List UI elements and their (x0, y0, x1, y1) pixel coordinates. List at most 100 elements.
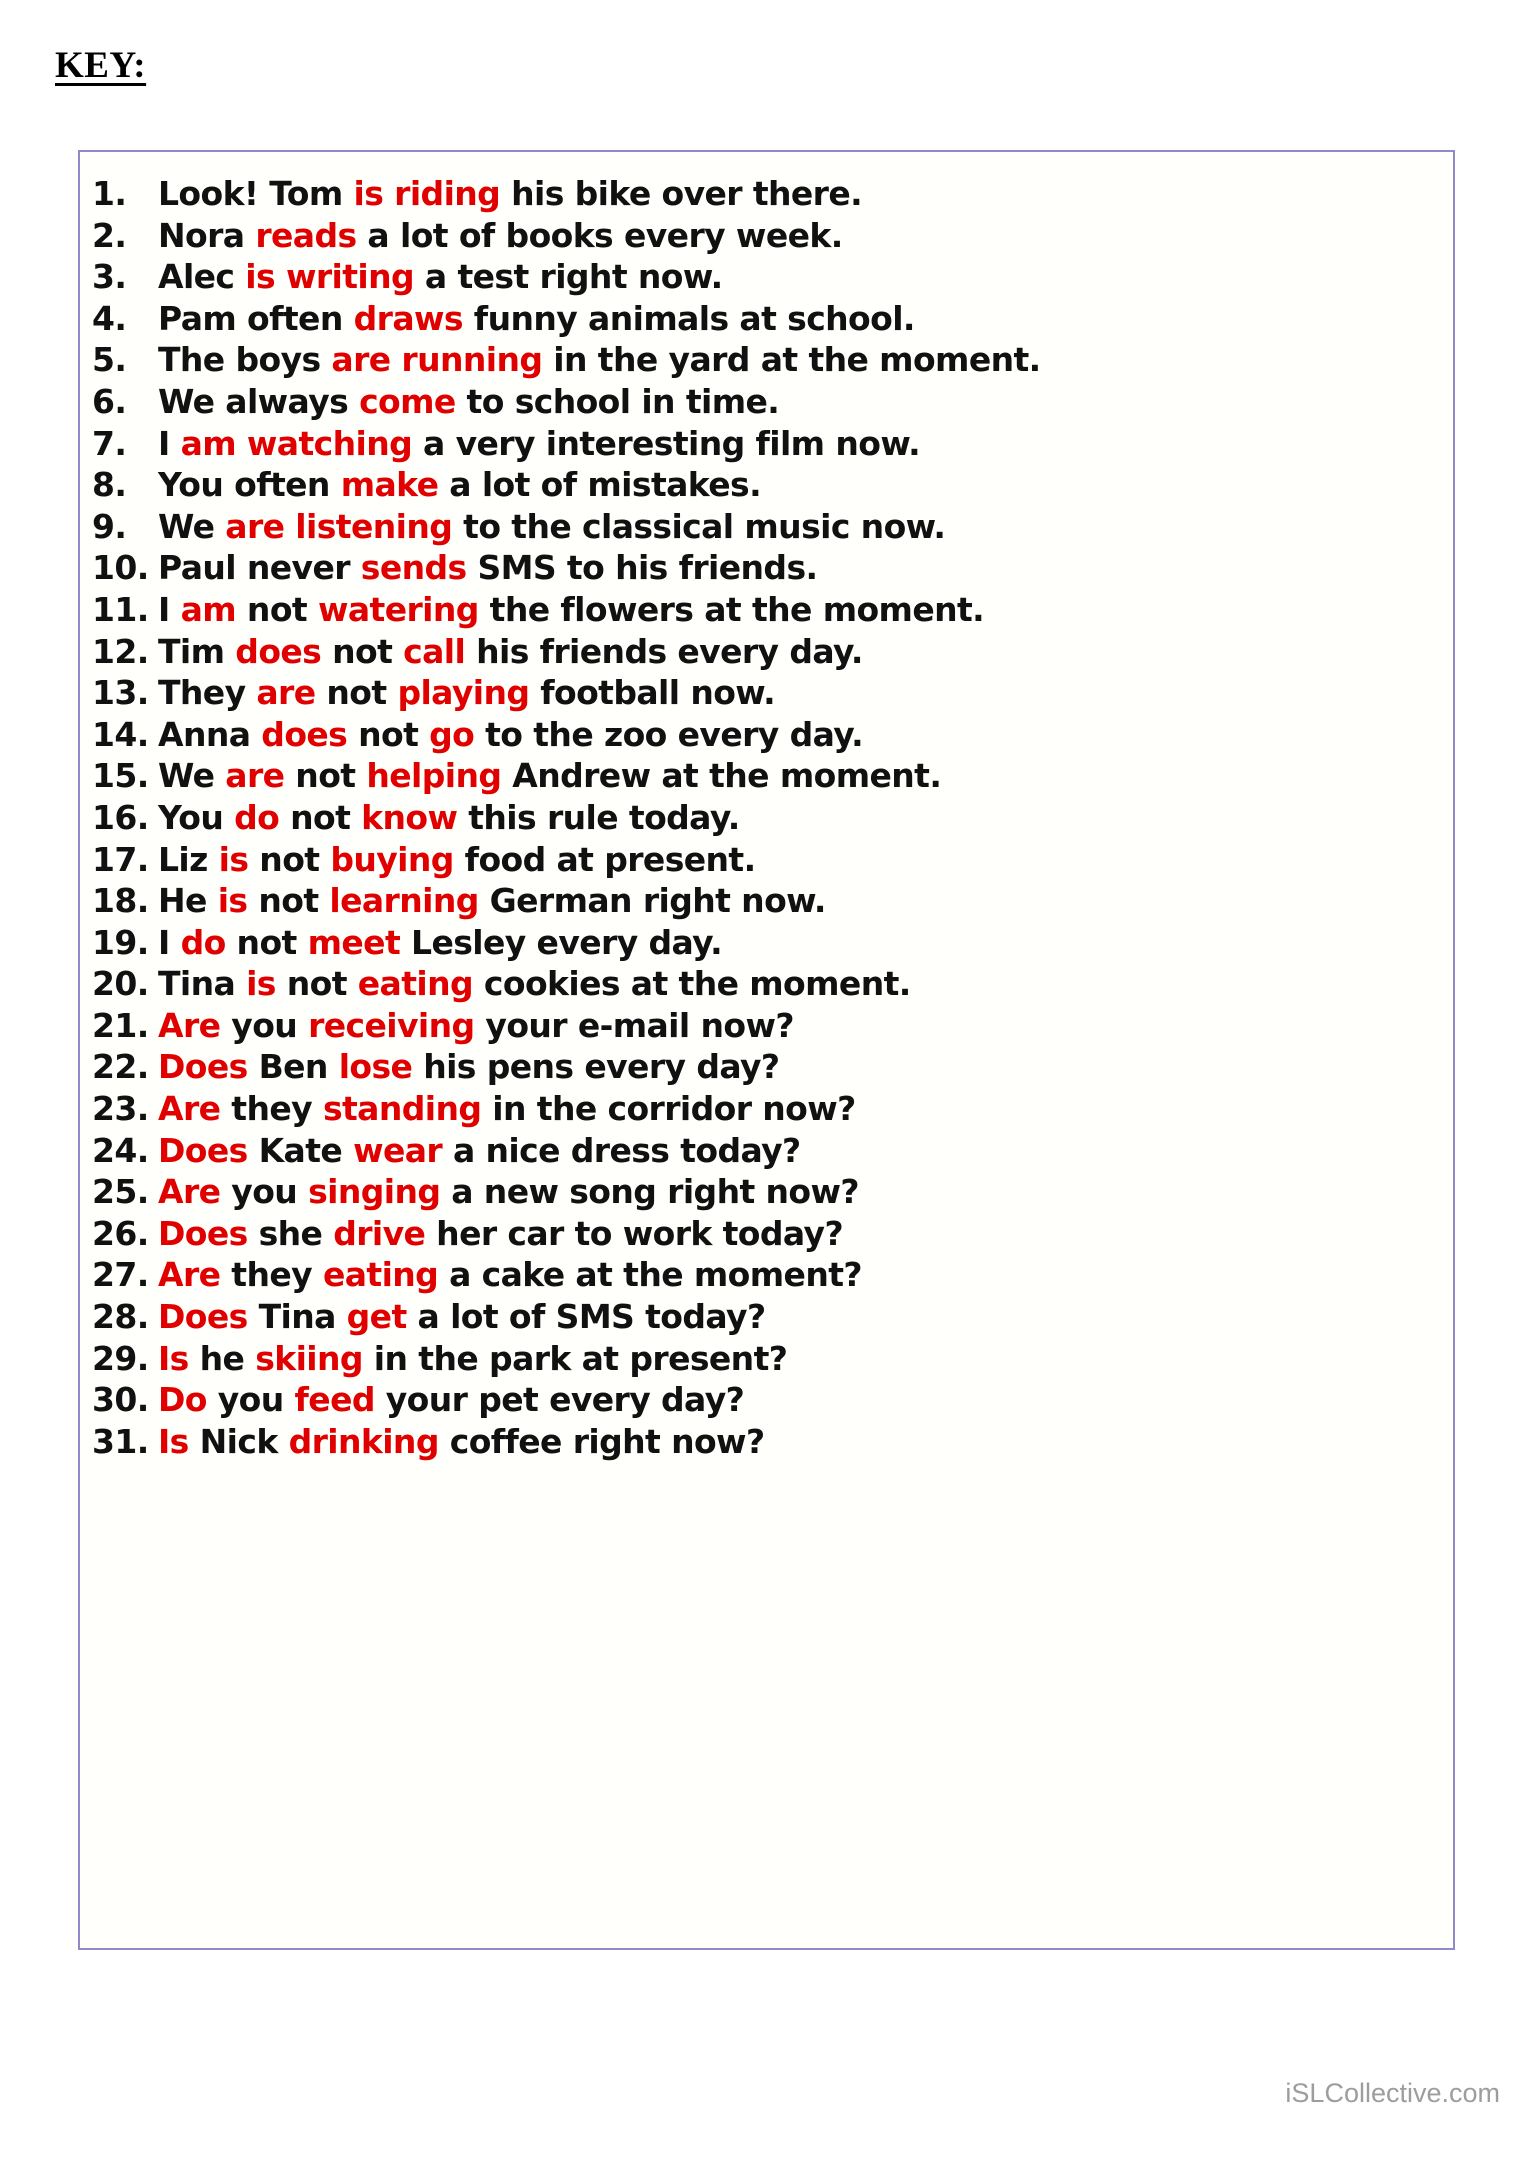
sentence-text: Tina (247, 1297, 347, 1337)
sentence-text: a cake at the moment? (438, 1255, 862, 1295)
sentence-text: I (158, 589, 181, 629)
highlighted-answer-word: does (261, 714, 348, 754)
sentence-text: not (284, 756, 367, 796)
answer-item: 6. We always come to school in time. (80, 382, 1453, 424)
sentence-text: funny animals at school. (462, 298, 916, 338)
sentence-text: Tina (158, 964, 247, 1004)
answer-item-number: 28. (92, 1297, 149, 1337)
highlighted-answer-word: drive (333, 1213, 426, 1253)
highlighted-answer-word: are listening (225, 506, 453, 546)
sentence-text: you (206, 1380, 295, 1420)
answer-item: 5. The boys are running in the yard at th… (80, 340, 1453, 382)
sentence-text: a nice dress today? (442, 1130, 801, 1170)
sentence-text: she (247, 1213, 334, 1253)
sentence-text: this rule today. (457, 797, 740, 837)
answer-item-text: Does Ben lose his pens every day? (158, 1047, 780, 1087)
highlighted-answer-word: Do (158, 1380, 207, 1420)
highlighted-answer-word: receiving (308, 1005, 475, 1045)
answer-item: 25. Are you singing a new song right now? (80, 1172, 1453, 1214)
sentence-text: not (236, 589, 318, 629)
sentence-text: Liz (158, 839, 219, 879)
sentence-text: you (220, 1172, 309, 1212)
sentence-text: SMS to his friends. (466, 548, 818, 588)
answer-item-text: Does she drive her car to work today? (158, 1213, 844, 1253)
highlighted-answer-word: Is (158, 1338, 189, 1378)
highlighted-answer-word: come (359, 381, 456, 421)
highlighted-answer-word: Are (158, 1172, 221, 1212)
answer-item-number: 29. (92, 1338, 149, 1378)
highlighted-answer-word: go (429, 714, 475, 754)
answer-item-number: 12. (92, 631, 149, 671)
highlighted-answer-word: make (340, 465, 439, 505)
answer-item-number: 4. (92, 298, 127, 338)
sentence-text: he (188, 1338, 256, 1378)
highlighted-answer-word: feed (294, 1380, 376, 1420)
answer-item-text: You often make a lot of mistakes. (158, 465, 762, 505)
answer-item: 27. Are they eating a cake at the moment? (80, 1255, 1453, 1297)
highlighted-answer-word: helping (366, 756, 502, 796)
answer-item: 23. Are they standing in the corridor now… (80, 1089, 1453, 1131)
answer-item: 8. You often make a lot of mistakes. (80, 465, 1453, 507)
answer-item-text: They are not playing football now. (158, 673, 776, 712)
highlighted-answer-word: do (180, 922, 227, 962)
answer-item-text: Alec is writing a test right now. (158, 257, 723, 296)
answer-item-number: 25. (92, 1172, 149, 1212)
highlighted-answer-word: eating (322, 1255, 439, 1295)
answer-key-list: 1. Look! Tom is riding his bike over ther… (80, 152, 1453, 1463)
answer-item-number: 19. (92, 922, 149, 962)
answer-item-text: He is not learning German right now. (158, 881, 826, 920)
highlighted-answer-word: does (235, 631, 322, 671)
site-watermark: iSLCollective.com (1285, 2078, 1500, 2108)
highlighted-answer-word: Does (158, 1213, 248, 1253)
highlighted-answer-word: do (234, 797, 280, 837)
highlighted-answer-word: am (180, 589, 237, 629)
highlighted-answer-word: draws (353, 298, 464, 338)
answer-item-number: 10. (92, 548, 149, 588)
highlighted-answer-word: Does (158, 1047, 248, 1087)
highlighted-answer-word: Does (158, 1130, 248, 1170)
highlighted-answer-word: learning (329, 881, 479, 921)
sentence-text: not (275, 964, 358, 1004)
answer-item-text: Is he skiing in the park at present? (158, 1338, 788, 1378)
sentence-text: The boys (158, 340, 332, 380)
answer-item-number: 17. (92, 839, 149, 879)
highlighted-answer-word: is (218, 839, 249, 879)
sentence-text: Look! Tom (158, 174, 354, 213)
answer-item-text: Liz is not buying food at present. (158, 840, 756, 879)
answer-item: 15. We are not helping Andrew at the mome… (80, 756, 1453, 798)
sentence-text: cookies at the moment. (473, 964, 911, 1004)
sentence-text: to the classical music now. (452, 506, 946, 546)
answer-item: 13. They are not playing football now. (80, 673, 1453, 715)
highlighted-answer-word: watering (317, 589, 479, 629)
answer-item-text: Are you singing a new song right now? (158, 1172, 860, 1212)
answer-item-text: Look! Tom is riding his bike over there. (158, 174, 863, 213)
highlighted-answer-word: lose (338, 1047, 413, 1087)
highlighted-answer-word: reads (255, 215, 357, 255)
answer-item-text: Tina is not eating cookies at the moment… (158, 964, 911, 1003)
answer-item-number: 3. (92, 257, 127, 297)
sentence-text: a lot of mistakes. (438, 465, 762, 505)
sentence-text: a lot of SMS today? (406, 1297, 767, 1337)
sentence-text: a test right now. (414, 257, 723, 297)
sentence-text: Anna (158, 714, 262, 754)
answer-item: 16. You do not know this rule today. (80, 798, 1453, 840)
answer-item-number: 8. (92, 465, 127, 505)
sentence-text: Andrew at the moment. (501, 756, 942, 796)
highlighted-answer-word: Are (158, 1089, 221, 1129)
highlighted-answer-word: buying (330, 839, 454, 879)
sentence-text: not (225, 922, 308, 962)
sentence-text: his bike over there. (500, 174, 863, 213)
highlighted-answer-word: skiing (255, 1338, 363, 1378)
answer-item-number: 31. (92, 1421, 149, 1461)
answer-item-number: 5. (92, 340, 127, 380)
answer-item: 21. Are you receiving your e-mail now? (80, 1006, 1453, 1048)
sentence-text: in the yard at the moment. (542, 340, 1041, 380)
answer-item-text: Anna does not go to the zoo every day. (158, 714, 864, 754)
sentence-text: You (158, 797, 235, 837)
sentence-text: not (321, 631, 404, 671)
answer-item-text: Pam often draws funny animals at school. (158, 299, 915, 338)
answer-item: 30. Do you feed your pet every day? (80, 1380, 1453, 1422)
answer-item: 26. Does she drive her car to work today? (80, 1214, 1453, 1256)
highlighted-answer-word: know (361, 797, 458, 837)
sentence-text: not (279, 797, 362, 837)
